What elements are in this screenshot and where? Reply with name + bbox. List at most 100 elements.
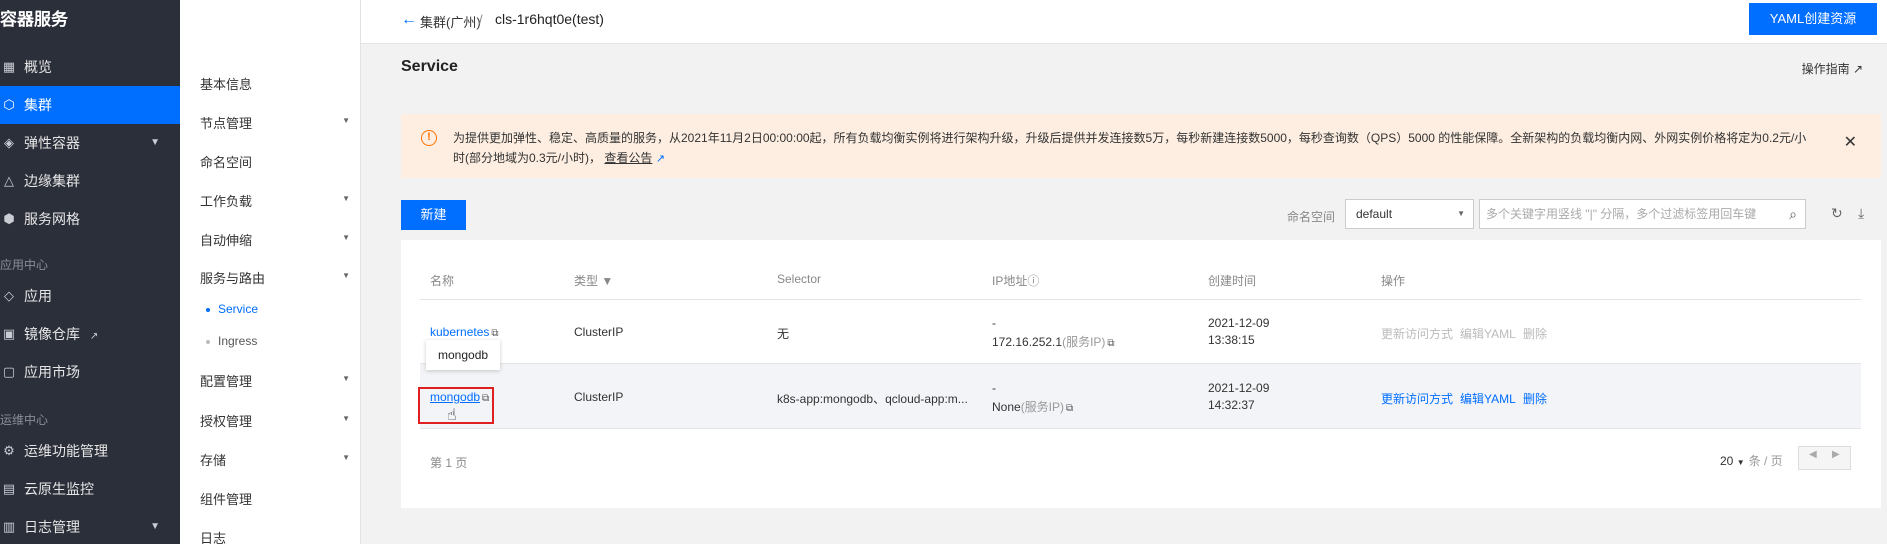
delete-button[interactable]: 删除 [1523, 390, 1547, 407]
sidebar-item-edge[interactable]: △ 边缘集群 [0, 162, 180, 200]
close-icon[interactable]: ✕ [1844, 132, 1857, 152]
subnav-config[interactable]: 配置管理 ▼ [200, 371, 350, 390]
delete-button: 删除 [1523, 327, 1548, 341]
sidebar-item-overview[interactable]: ▦ 概览 [0, 48, 180, 86]
chevron-down-icon: ▼ [342, 374, 350, 383]
pager-buttons: ◀ ▶ [1798, 446, 1851, 470]
market-icon: ▢ [2, 364, 16, 379]
created-time: 13:38:15 [1208, 333, 1255, 347]
col-selector: Selector [777, 272, 822, 286]
page-indicator: 第 1 页 [430, 456, 468, 470]
name-tooltip: mongodb [426, 340, 500, 370]
page-size-select[interactable]: 20 ▼ 条 / 页 [1720, 452, 1783, 469]
table-row-hover [420, 364, 1861, 428]
warning-icon: ! [421, 130, 437, 146]
top-header: ← 集群(广州) / cls-1r6hqt0e(test) YAML创建资源 [361, 0, 1887, 44]
col-type[interactable]: 类型 ▼ [574, 272, 613, 289]
subnav-auth[interactable]: 授权管理 ▼ [200, 411, 350, 430]
service-selector: k8s-app:mongodb、qcloud-app:m... [777, 392, 968, 406]
namespace-select[interactable]: default ▼ [1345, 199, 1474, 229]
subnav-basic-info[interactable]: 基本信息 [200, 74, 350, 93]
main-sidebar: 容器服务 ▦ 概览 ⬡ 集群 ◈ 弹性容器 ▼ △ 边缘集群 ⬢ 服务网格 应用… [0, 0, 180, 544]
sidebar-item-ops[interactable]: ⚙ 运维功能管理 [0, 432, 180, 470]
notice-text: 为提供更加弹性、稳定、高质量的服务，从2021年11月2日00:00:00起，所… [453, 131, 1807, 165]
subnav-log[interactable]: 日志 [200, 528, 350, 544]
search-input[interactable]: 多个关键字用竖线 "|" 分隔，多个过滤标签用回车键 ⌕ [1479, 199, 1806, 229]
chevron-down-icon: ▼ [342, 414, 350, 423]
section-ops-center: 运维中心 [0, 413, 49, 427]
subnav-service[interactable]: Service [206, 302, 258, 316]
elastic-icon: ◈ [4, 135, 14, 150]
section-app-center: 应用中心 [0, 258, 49, 272]
copy-icon[interactable]: ⧉ [1066, 403, 1073, 414]
prev-page-icon[interactable]: ◀ [1809, 449, 1817, 460]
sidebar-item-app[interactable]: ◇ 应用 [0, 277, 180, 315]
service-name-link[interactable]: kubernetes ⧉ [430, 325, 499, 339]
mesh-icon: ⬢ [3, 211, 15, 226]
sidebar-item-mesh[interactable]: ⬢ 服务网格 [0, 200, 180, 238]
external-link-icon: ↗ [1852, 62, 1863, 76]
breadcrumb-cluster-id: cls-1r6hqt0e(test) [495, 11, 604, 27]
sidebar-item-monitor[interactable]: ▤ 云原生监控 [0, 470, 180, 508]
refresh-icon[interactable]: ↻ [1831, 205, 1843, 222]
created-date: 2021-12-09 [1208, 316, 1270, 330]
cluster-icon: ⬡ [3, 97, 15, 112]
service-table: 名称 类型 ▼ Selector IP地址ⓘ 创建时间 操作 kubernete… [401, 240, 1881, 508]
chevron-down-icon: ▼ [342, 116, 350, 125]
update-access-button[interactable]: 更新访问方式 [1381, 390, 1453, 407]
service-type: ClusterIP [574, 390, 624, 404]
sidebar-item-registry[interactable]: ▣ 镜像仓库 ↗ [0, 315, 180, 353]
subnav-namespace[interactable]: 命名空间 [200, 152, 350, 171]
sidebar-item-elastic[interactable]: ◈ 弹性容器 ▼ [0, 124, 180, 162]
notice-link[interactable]: 查看公告 [604, 151, 652, 165]
edge-icon: △ [4, 173, 14, 188]
breadcrumb-cluster-list[interactable]: 集群(广州) [420, 12, 481, 31]
sidebar-item-cluster[interactable]: ⬡ 集群 [0, 86, 180, 124]
subnav-ingress[interactable]: Ingress [206, 334, 257, 348]
subnav-autoscale[interactable]: 自动伸缩 ▼ [200, 230, 350, 249]
ip-line1: - [992, 316, 996, 330]
guide-link[interactable]: 操作指南 ↗ [1802, 60, 1863, 77]
subnav-components[interactable]: 组件管理 [200, 489, 350, 508]
bullet-dot [206, 340, 210, 344]
subnav-storage[interactable]: 存储 ▼ [200, 450, 350, 469]
filter-icon[interactable]: ▼ [601, 274, 613, 288]
search-icon[interactable]: ⌕ [1789, 200, 1797, 228]
created-date: 2021-12-09 [1208, 381, 1270, 395]
subnav-service-route[interactable]: 服务与路由 ▼ [200, 268, 350, 287]
col-ops: 操作 [1381, 274, 1406, 288]
new-service-button[interactable]: 新建 [401, 200, 466, 230]
service-type: ClusterIP [574, 325, 624, 339]
edit-yaml-button[interactable]: 编辑YAML [1460, 390, 1516, 407]
grid-icon: ▦ [2, 59, 16, 74]
bullet-dot [206, 308, 210, 312]
ip-address: None(服务IP) ⧉ [992, 400, 1074, 414]
ip-line1: - [992, 381, 996, 395]
copy-icon[interactable]: ⧉ [491, 328, 498, 339]
download-icon[interactable]: ⤓ [1858, 205, 1864, 222]
registry-icon: ▣ [2, 326, 16, 341]
log-icon: ▥ [2, 519, 16, 534]
subnav-node-mgmt[interactable]: 节点管理 ▼ [200, 113, 350, 132]
edit-yaml-button: 编辑YAML [1460, 327, 1516, 341]
yaml-create-button[interactable]: YAML创建资源 [1749, 3, 1877, 35]
subnav-workload[interactable]: 工作负载 ▼ [200, 191, 350, 210]
monitor-icon: ▤ [2, 481, 16, 496]
notice-banner: ! 为提供更加弹性、稳定、高质量的服务，从2021年11月2日00:00:00起… [401, 114, 1881, 178]
cluster-subnav: 基本信息 节点管理 ▼ 命名空间 工作负载 ▼ 自动伸缩 ▼ 服务与路由 ▼ Servi… [180, 0, 361, 544]
sidebar-item-log[interactable]: ▥ 日志管理 ▼ [0, 508, 180, 544]
col-ip: IP地址ⓘ [992, 274, 1040, 288]
chevron-down-icon: ▼ [1457, 209, 1465, 218]
breadcrumb-separator: / [479, 12, 483, 27]
info-icon[interactable]: ⓘ [1027, 274, 1039, 288]
back-arrow-icon[interactable]: ← [401, 11, 417, 29]
divider [420, 428, 1861, 429]
chevron-down-icon: ▼ [342, 271, 350, 280]
copy-icon[interactable]: ⧉ [1107, 338, 1114, 349]
next-page-icon[interactable]: ▶ [1832, 449, 1840, 460]
app-icon: ◇ [4, 288, 14, 303]
external-link-icon: ↗ [89, 331, 99, 342]
col-created: 创建时间 [1208, 274, 1257, 288]
chevron-down-icon: ▼ [342, 233, 350, 242]
sidebar-item-market[interactable]: ▢ 应用市场 [0, 353, 180, 391]
